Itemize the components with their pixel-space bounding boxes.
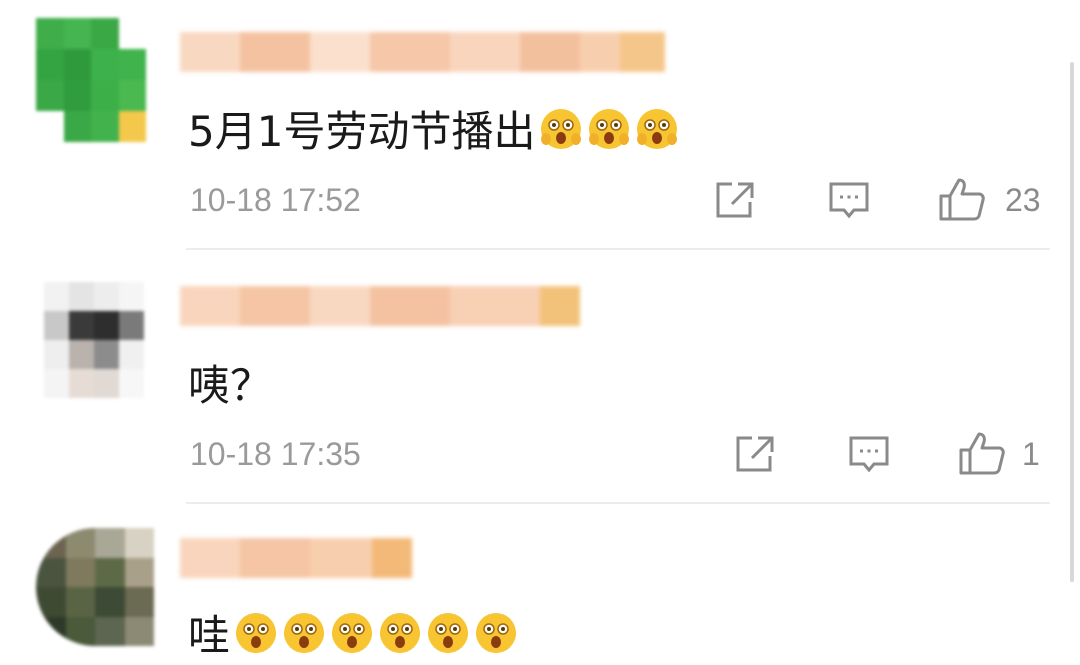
username-blurred[interactable]: [180, 538, 412, 578]
surprised-face-emoji: [378, 611, 422, 655]
avatar[interactable]: [44, 282, 144, 398]
username-blurred[interactable]: [180, 32, 665, 72]
scrollbar[interactable]: [1070, 62, 1074, 582]
comment-icon: [829, 182, 869, 219]
share-button[interactable]: [734, 434, 776, 474]
comment-text-content: 哇: [188, 611, 231, 660]
comment-text: 哇: [188, 602, 518, 663]
surprised-face-emoji: [474, 611, 518, 655]
divider: [186, 502, 1050, 504]
surprised-face-emoji: [587, 107, 631, 151]
comment-text-content: 咦？: [188, 361, 273, 410]
like-count: 1: [1022, 436, 1040, 472]
like-count: 23: [1005, 182, 1041, 218]
surprised-face-emoji: [282, 611, 326, 655]
surprised-face-emoji: [426, 611, 470, 655]
share-button[interactable]: [714, 180, 756, 220]
comment-time: 10-18 17:52: [190, 182, 361, 218]
comment-time: 10-18 17:35: [190, 436, 361, 472]
share-icon: [736, 436, 774, 472]
reply-button[interactable]: [848, 434, 890, 474]
thumbs-up-icon: [959, 432, 1005, 475]
avatar[interactable]: [36, 18, 146, 142]
divider: [186, 248, 1050, 250]
surprised-face-emoji: [635, 107, 679, 151]
share-icon: [716, 182, 754, 218]
comment-text: 咦？: [188, 352, 272, 413]
like-button[interactable]: [938, 176, 986, 222]
avatar[interactable]: [36, 528, 154, 646]
surprised-face-emoji: [234, 611, 278, 655]
reply-button[interactable]: [828, 180, 870, 220]
comment-text: 5月1号劳动节播出: [188, 98, 679, 159]
surprised-face-emoji: [330, 611, 374, 655]
like-button[interactable]: [958, 430, 1006, 476]
username-blurred[interactable]: [180, 286, 580, 326]
comment-icon: [849, 436, 889, 473]
surprised-face-emoji: [539, 107, 583, 151]
thumbs-up-icon: [939, 178, 985, 221]
comment-text-content: 5月1号劳动节播出: [188, 107, 536, 156]
